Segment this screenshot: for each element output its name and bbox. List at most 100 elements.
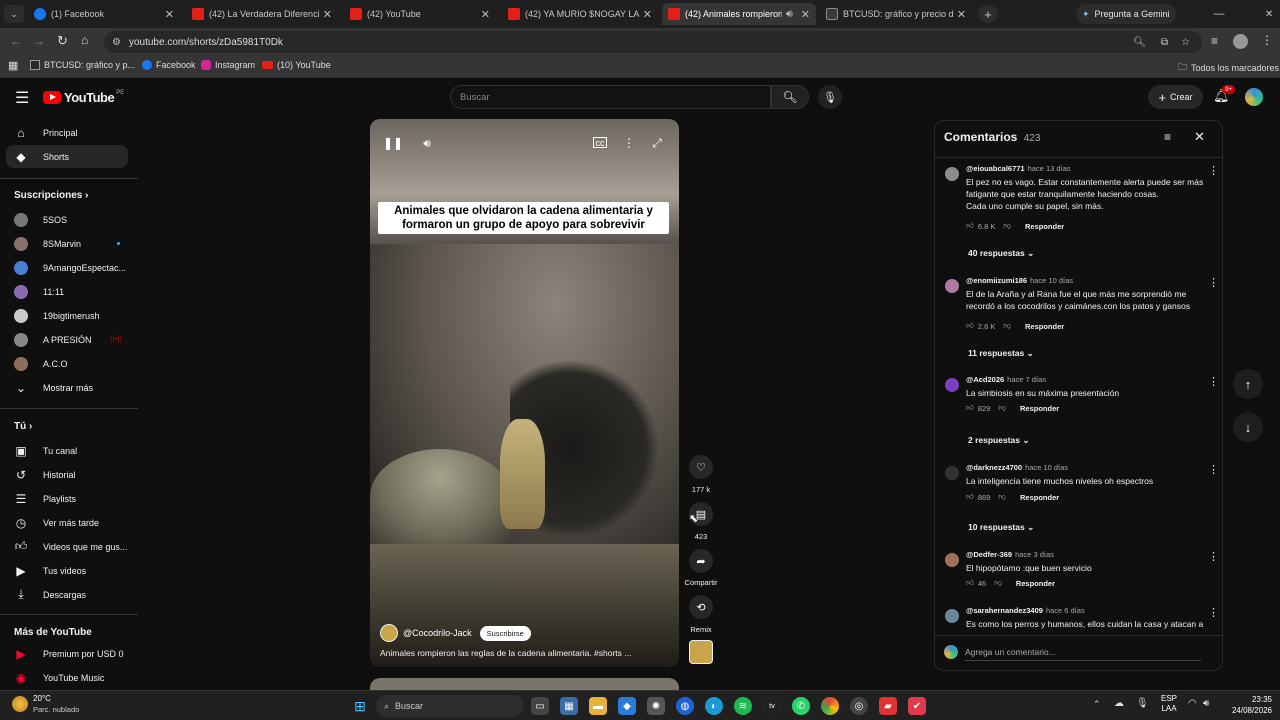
- comment-time[interactable]: hace 6 días: [1046, 606, 1085, 615]
- voice-search-button[interactable]: 🎙︎: [818, 85, 842, 109]
- thumbs-down-icon[interactable]: 👎︎: [998, 403, 1006, 413]
- thumbs-up-icon[interactable]: 👍︎: [966, 403, 974, 413]
- comment-options-icon[interactable]: ⋮: [1208, 550, 1219, 563]
- reply-button[interactable]: Responder: [1020, 404, 1059, 413]
- reply-button[interactable]: Responder: [1025, 322, 1064, 331]
- copilot-icon[interactable]: ◆: [618, 697, 636, 715]
- wifi-icon[interactable]: ◠: [1188, 698, 1197, 709]
- tab-list-chevron-icon[interactable]: ⌄: [4, 5, 24, 23]
- sidebar-item-tus-videos[interactable]: ▶ Tus videos: [6, 559, 128, 582]
- file-explorer-icon[interactable]: ▬: [589, 697, 607, 715]
- view-replies-button[interactable]: 40 respuestas ⌄: [968, 248, 1034, 259]
- commenter-avatar[interactable]: [945, 553, 959, 567]
- tray-chevron-icon[interactable]: ⌃: [1093, 699, 1101, 710]
- tab-youtube-2[interactable]: (42) YouTube ✕: [344, 3, 496, 25]
- comment-options-icon[interactable]: ⋮: [1208, 606, 1215, 619]
- install-icon[interactable]: ⧉: [1161, 37, 1168, 48]
- remix-button[interactable]: ⟲: [689, 595, 713, 619]
- chrome-icon[interactable]: [821, 697, 839, 715]
- next-short-preview[interactable]: [370, 678, 679, 690]
- sidebar-sub-8smarvin[interactable]: 8SMarvin: [6, 232, 128, 255]
- thumbs-down-icon[interactable]: 👎︎: [994, 578, 1002, 588]
- weather-desc[interactable]: Parc. nublado: [33, 705, 79, 714]
- gemini-button[interactable]: ✦ Pregunta a Gemini: [1076, 4, 1176, 24]
- store-icon[interactable]: ▦: [560, 697, 578, 715]
- comment-time[interactable]: hace 7 días: [1007, 375, 1046, 384]
- create-button[interactable]: + Crear: [1148, 85, 1203, 109]
- channel-avatar[interactable]: [380, 624, 398, 642]
- speaker-icon[interactable]: 🔊︎: [786, 8, 793, 21]
- hamburger-menu-icon[interactable]: ☰: [15, 88, 29, 108]
- speaker-icon[interactable]: 🔊︎: [1203, 698, 1209, 709]
- sidebar-item-premium[interactable]: ▶ Premium por USD 0: [6, 642, 128, 665]
- previous-short-button[interactable]: ↑: [1233, 369, 1263, 399]
- apple-tv-icon[interactable]: tv: [763, 697, 781, 715]
- sidebar-item-historial[interactable]: ↺ Historial: [6, 463, 128, 486]
- thumbs-up-icon[interactable]: 👍︎: [966, 221, 974, 231]
- comment-time[interactable]: hace 10 días: [1030, 276, 1073, 285]
- weather-temp[interactable]: 20°C: [33, 694, 51, 703]
- star-icon[interactable]: ☆: [1181, 37, 1190, 48]
- bookmark-youtube[interactable]: (10) YouTube: [262, 60, 331, 70]
- short-video-player[interactable]: ❚❚ 🔊︎ cc ⋮ ⤢ Animales que olvidaron la c…: [370, 119, 679, 667]
- view-replies-button[interactable]: 2 respuestas ⌄: [968, 435, 1029, 446]
- view-replies-button[interactable]: 10 respuestas ⌄: [968, 522, 1034, 533]
- url-text[interactable]: youtube.com/shorts/zDa5981T0Dk: [129, 37, 283, 48]
- back-icon[interactable]: ←: [10, 34, 22, 48]
- sidebar-item-playlists[interactable]: ☰ Playlists: [6, 487, 128, 510]
- reply-button[interactable]: Responder: [1016, 579, 1055, 588]
- commenter-avatar[interactable]: [945, 609, 959, 623]
- search-input[interactable]: Buscar: [450, 85, 771, 109]
- comment-author[interactable]: @darknezz4700: [966, 463, 1022, 472]
- comment-author[interactable]: @Acd2026: [966, 375, 1004, 384]
- pause-icon[interactable]: ❚❚: [382, 132, 404, 154]
- comment-time[interactable]: hace 3 días: [1015, 550, 1054, 559]
- new-tab-button[interactable]: +: [978, 5, 998, 23]
- app-icon[interactable]: ▰: [879, 697, 897, 715]
- commenter-avatar[interactable]: [945, 466, 959, 480]
- sidebar-sub-9amango[interactable]: 9AmangoEspectac...: [6, 256, 128, 279]
- app-icon[interactable]: ✔: [908, 697, 926, 715]
- sidebar-item-videos-me-gustan[interactable]: 👍︎ Videos que me gus...: [6, 535, 128, 558]
- taskbar-search[interactable]: ⌕ Buscar: [376, 695, 524, 717]
- view-replies-button[interactable]: 11 respuestas ⌄: [968, 348, 1034, 359]
- youtube-logo[interactable]: YouTube PE: [43, 90, 124, 105]
- you-heading[interactable]: Tú ›: [14, 421, 32, 432]
- tab-youtube-1[interactable]: (42) La Verdadera Diferencia En ✕: [186, 3, 338, 25]
- clock[interactable]: 23:35 24/08/2026: [1220, 694, 1272, 716]
- reply-button[interactable]: Responder: [1020, 493, 1059, 502]
- apps-grid-icon[interactable]: ▦: [8, 59, 18, 72]
- sidebar-item-youtube-music[interactable]: ◉ YouTube Music: [6, 666, 128, 689]
- comment-options-icon[interactable]: ⋮: [1208, 276, 1219, 289]
- video-description[interactable]: Animales rompieron las reglas de la cade…: [380, 648, 631, 658]
- edge-icon[interactable]: ◐: [705, 697, 723, 715]
- all-bookmarks[interactable]: 🗀︎ Todos los marcadores: [1178, 60, 1279, 76]
- bookmark-btcusd[interactable]: BTCUSD: gráfico y p...: [30, 60, 135, 70]
- comment-time[interactable]: hace 10 días: [1025, 463, 1068, 472]
- commenter-avatar[interactable]: [945, 167, 959, 181]
- close-tab-icon[interactable]: ✕: [481, 8, 490, 21]
- language-indicator[interactable]: ESP LAA: [1161, 694, 1177, 714]
- zoom-icon[interactable]: 🔍︎: [1133, 37, 1146, 48]
- more-options-icon[interactable]: ⋮: [618, 132, 640, 154]
- commenter-avatar[interactable]: [945, 378, 959, 392]
- search-button[interactable]: 🔍︎: [771, 85, 809, 109]
- close-tab-icon[interactable]: ✕: [643, 8, 652, 21]
- sidebar-sub-5sos[interactable]: 5SOS: [6, 208, 128, 231]
- commenter-avatar[interactable]: [945, 279, 959, 293]
- sidebar-sub-1111[interactable]: 11:11: [6, 280, 128, 303]
- microphone-icon[interactable]: 🎙︎: [1136, 698, 1149, 709]
- captions-icon[interactable]: cc: [593, 137, 607, 148]
- comment-author[interactable]: @Dedfer-369: [966, 550, 1012, 559]
- sound-thumbnail[interactable]: [689, 640, 713, 664]
- app-icon[interactable]: ◍: [676, 697, 694, 715]
- thumbs-up-icon[interactable]: 👍︎: [966, 321, 974, 331]
- sidebar-item-ver-mas-tarde[interactable]: ◷ Ver más tarde: [6, 511, 128, 534]
- close-tab-icon[interactable]: ✕: [323, 8, 332, 21]
- app-icon[interactable]: ◎: [850, 697, 868, 715]
- site-info-icon[interactable]: ⚙︎: [112, 37, 121, 48]
- sidebar-sub-19bigtimerush[interactable]: 19bigtimerush: [6, 304, 128, 327]
- comment-options-icon[interactable]: ⋮: [1208, 375, 1219, 388]
- comment-options-icon[interactable]: ⋮: [1208, 463, 1219, 476]
- next-short-button[interactable]: ↓: [1233, 412, 1263, 442]
